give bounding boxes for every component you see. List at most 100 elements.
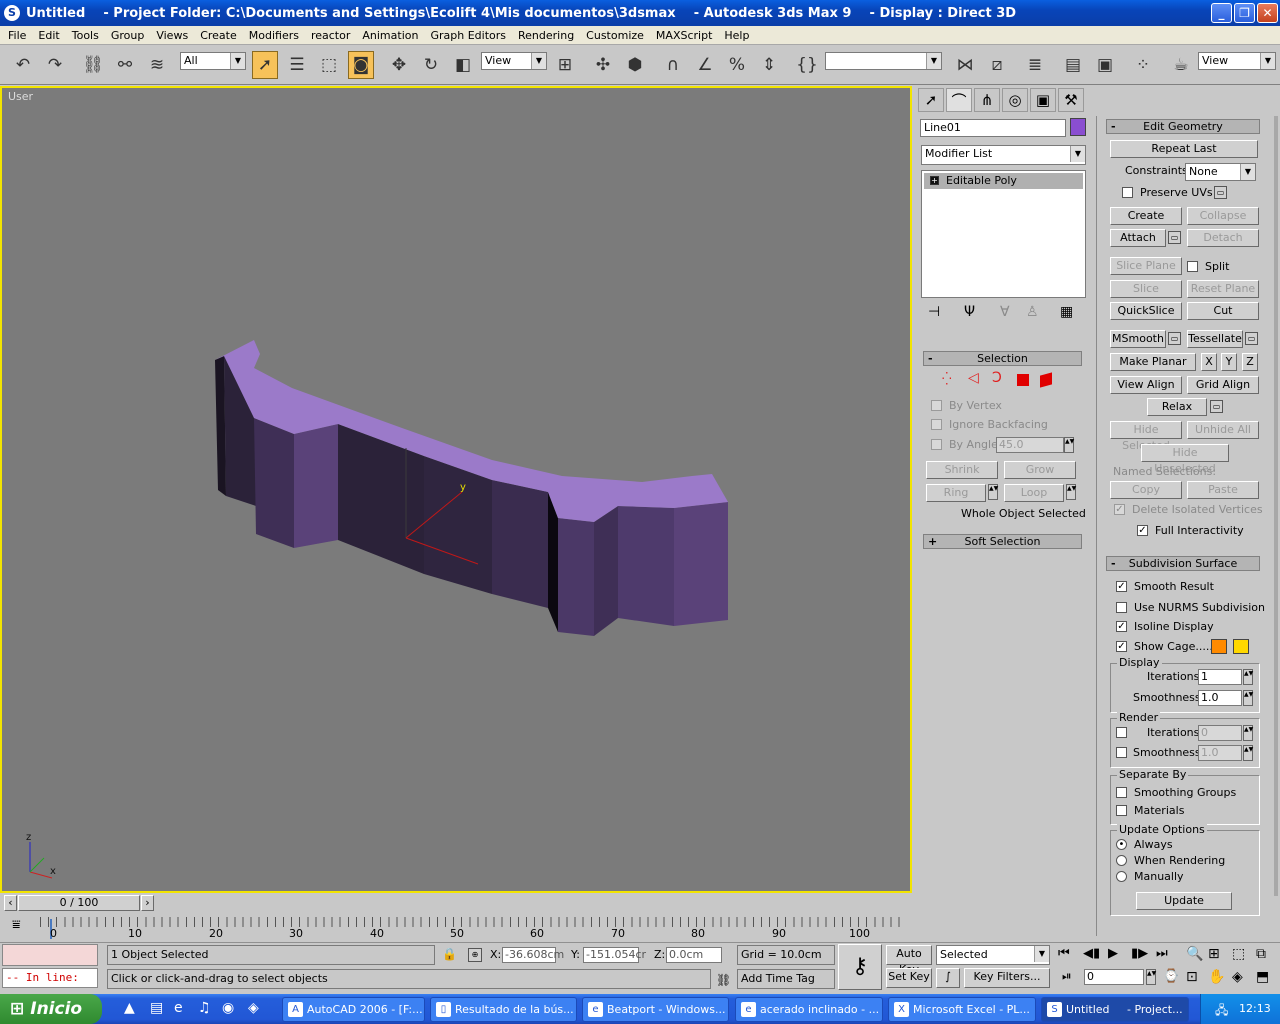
subdivision-rollout-header[interactable]: - Subdivision Surface [1106,556,1260,571]
pan-icon[interactable]: ✋ [1208,969,1225,985]
viewport-user[interactable]: User y z x [0,86,912,893]
redo-icon[interactable]: ↷ [42,51,68,79]
region-zoom-icon[interactable]: ⊡ [1186,969,1198,985]
snaps-toggle-icon[interactable]: ∩ [660,51,686,79]
pin-stack-icon[interactable]: ⊣ [928,304,940,320]
add-time-tag[interactable]: Add Time Tag [737,969,835,989]
maxscript-listener-output[interactable] [2,944,98,966]
tessellate-settings-icon[interactable]: ▭ [1245,332,1258,345]
panel-scrollbar[interactable] [1274,116,1278,896]
update-manually-radio[interactable]: Manually [1116,870,1184,883]
unhide-all-button[interactable]: Unhide All [1187,421,1259,439]
rotate-icon[interactable]: ↻ [418,51,444,79]
split-checkbox[interactable]: Split [1187,260,1229,273]
align-icon[interactable]: ⧄ [984,51,1010,79]
start-button[interactable]: ⊞ Inicio [0,994,102,1024]
hierarchy-tab-icon[interactable]: ⋔ [974,88,1000,112]
remove-modifier-icon[interactable]: ♙ [1026,304,1039,320]
ring-spinner-arrows[interactable]: ▲▼ [988,484,998,500]
time-configuration-icon[interactable]: ⌚ [1163,969,1179,984]
detach-button[interactable]: Detach [1187,229,1259,247]
mirror-icon[interactable]: ⋈ [952,51,978,79]
menu-group[interactable]: Group [105,29,151,42]
render-scene-icon[interactable]: ☕ [1168,51,1194,79]
key-icon[interactable]: ⚷ [838,944,882,990]
auto-key-button[interactable]: Auto Key [886,945,932,976]
task-3dsmax[interactable]: S Untitled - Project... [1041,997,1189,1022]
menu-customize[interactable]: Customize [580,29,650,42]
named-selection-dropdown[interactable] [825,52,942,70]
current-frame-field[interactable]: 0 [1084,969,1144,985]
task-acerado[interactable]: e acerado inclinado - ... [735,997,883,1022]
move-icon[interactable]: ✥ [386,51,412,79]
app-icon[interactable]: S [4,5,20,21]
preserve-uvs-checkbox[interactable]: Preserve UVs [1122,186,1213,199]
cage-color-swatch-2[interactable] [1233,639,1249,654]
quickslice-button[interactable]: QuickSlice [1110,302,1182,320]
reset-plane-button[interactable]: Reset Plane [1187,280,1259,298]
object-color-swatch[interactable] [1070,118,1086,136]
render-smoothness-spinner[interactable]: 1.0 [1198,745,1242,761]
update-always-radio[interactable]: • Always [1116,838,1173,851]
selection-filter-dropdown[interactable]: All [180,52,246,70]
planar-x-button[interactable]: X [1201,353,1217,371]
key-filters-button[interactable]: Key Filters... [964,968,1050,988]
menu-tools[interactable]: Tools [66,29,105,42]
constraints-dropdown[interactable]: None [1185,163,1256,181]
scene-object[interactable]: y z x [2,88,910,891]
ring-button[interactable]: Ring [926,484,986,502]
quicklaunch-desktop-icon[interactable]: ▤ [150,1000,163,1016]
full-interactivity-checkbox[interactable]: ✓ Full Interactivity [1137,524,1244,537]
display-iterations-spinner[interactable]: 1 [1198,669,1242,685]
zoom-extents-all-icon[interactable]: ⧉ [1256,946,1266,962]
current-frame-arrows[interactable]: ▲▼ [1146,969,1156,985]
selection-lock-icon[interactable]: 🔒 [442,947,457,961]
reference-coordinate-dropdown[interactable]: View [481,52,547,70]
bind-space-warp-icon[interactable]: ≋ [144,51,170,79]
next-frame-icon[interactable]: ▮▶ [1131,946,1148,961]
menu-create[interactable]: Create [194,29,243,42]
create-tab-icon[interactable]: ➚ [918,88,944,112]
network-icon[interactable]: 🖧 [1215,1001,1228,1022]
menu-file[interactable]: File [2,29,32,42]
select-by-name-icon[interactable]: ☰ [284,51,310,79]
relax-settings-icon[interactable]: ▭ [1210,400,1223,413]
zoom-all-icon[interactable]: ⊞ [1208,946,1220,962]
stack-item-editable-poly[interactable]: + Editable Poly [924,173,1083,189]
attach-button[interactable]: Attach [1110,229,1166,247]
task-beatport[interactable]: e Beatport - Windows... [582,997,729,1022]
menu-reactor[interactable]: reactor [305,29,356,42]
cage-color-swatch-1[interactable] [1211,639,1227,654]
maximize-viewport-icon[interactable]: ⬒ [1256,969,1269,985]
display-iterations-arrows[interactable]: ▲▼ [1243,669,1253,685]
modifier-list-dropdown[interactable]: Modifier List [921,145,1086,165]
spinner-snap-icon[interactable]: ⇕ [756,51,782,79]
undo-icon[interactable]: ↶ [10,51,36,79]
show-end-result-icon[interactable]: Ψ [964,304,975,320]
by-angle-checkbox[interactable]: By Angle: [931,438,1002,451]
maximize-button[interactable]: ❐ [1234,3,1255,23]
repeat-last-button[interactable]: Repeat Last [1110,140,1258,158]
menu-views[interactable]: Views [150,29,194,42]
key-mode-toggle-icon[interactable]: ⏯ [1062,969,1072,984]
relax-button[interactable]: Relax [1147,398,1207,416]
view-align-button[interactable]: View Align [1110,376,1182,394]
planar-z-button[interactable]: Z [1242,353,1258,371]
keyboard-shortcut-icon[interactable]: ⬢ [622,51,648,79]
expand-icon[interactable]: + [930,176,939,185]
edge-mode-icon[interactable]: ◁ [968,370,979,386]
render-iterations-checkbox[interactable] [1116,727,1134,738]
rectangular-selection-icon[interactable]: ⬚ [316,51,342,79]
msmooth-button[interactable]: MSmooth [1110,330,1166,348]
display-smoothness-arrows[interactable]: ▲▼ [1243,690,1253,706]
menu-animation[interactable]: Animation [356,29,424,42]
task-autocad[interactable]: A AutoCAD 2006 - [F:... [282,997,425,1022]
scale-icon[interactable]: ◧ [450,51,476,79]
absolute-relative-toggle-icon[interactable]: ⊕ [468,948,482,962]
planar-y-button[interactable]: Y [1221,353,1237,371]
play-icon[interactable]: ▶ [1108,946,1118,961]
menu-modifiers[interactable]: Modifiers [243,29,305,42]
time-slider-next-icon[interactable]: › [141,895,154,911]
delete-isolated-vertices-checkbox[interactable]: ✓ Delete Isolated Vertices [1114,503,1263,516]
y-coord-field[interactable]: -151.054cr [583,947,646,963]
